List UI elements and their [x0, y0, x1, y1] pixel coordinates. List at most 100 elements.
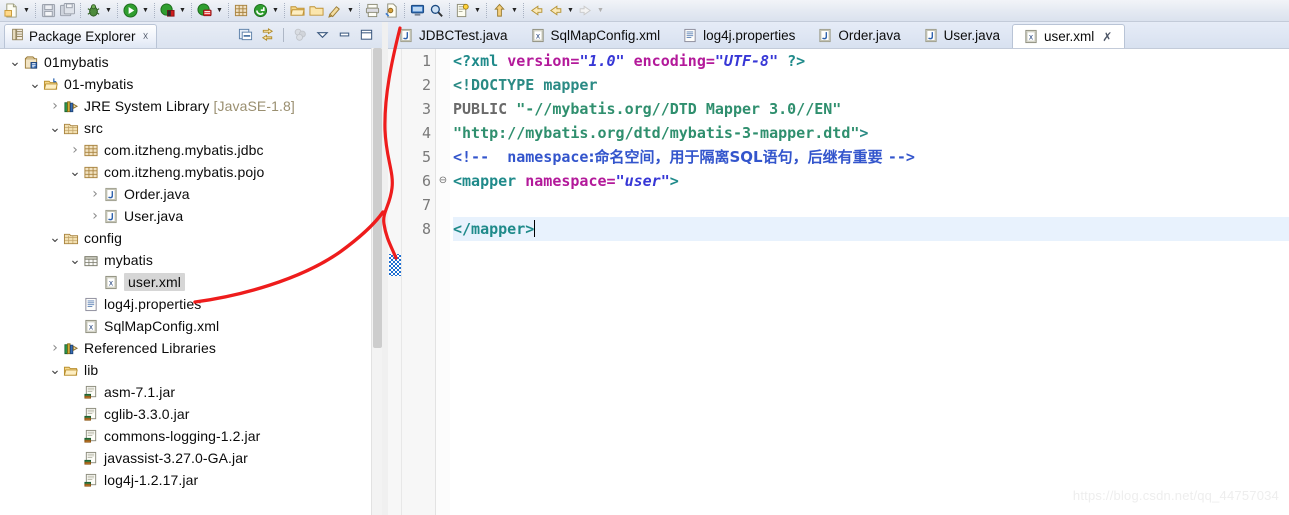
chevron-down-icon[interactable]: ▼ [140, 3, 151, 19]
tree-item-src[interactable]: ⌄ src [0, 117, 382, 139]
editor-tab-jdbctest-java[interactable]: JDBCTest.java [388, 23, 520, 48]
chevron-down-icon[interactable]: ⌄ [8, 55, 22, 69]
chevron-right-icon[interactable]: › [48, 340, 62, 356]
toolbar-group-nav: ▼ ▼ [232, 1, 363, 21]
chevron-down-icon[interactable]: ▼ [214, 3, 225, 19]
comment-word-namespace: namespace [507, 148, 589, 166]
chevron-down-icon[interactable]: ▼ [565, 3, 576, 19]
chevron-down-icon[interactable]: ▼ [103, 3, 114, 19]
new-java-package-icon[interactable] [233, 2, 250, 19]
previous-annotation-icon[interactable] [491, 2, 508, 19]
save-icon[interactable] [40, 2, 57, 19]
tree-item-commons-logging-1-2-jar[interactable]: commons-logging-1.2.jar [0, 425, 382, 447]
editor-tab-user-xml[interactable]: x user.xml ✗ [1011, 24, 1126, 48]
package-explorer-tree[interactable]: ⌄ 01mybatis ⌄ 01-mybatis › JRE System Library… [0, 48, 382, 515]
editor-tab-log4j-properties[interactable]: log4j.properties [672, 23, 807, 48]
chevron-down-icon[interactable]: ▼ [21, 3, 32, 19]
tree-item-user-java[interactable]: › User.java [0, 205, 382, 227]
focus-on-active-task-icon[interactable] [290, 25, 310, 44]
run-icon[interactable] [122, 2, 139, 19]
editor-tab-user-java[interactable]: User.java [913, 23, 1012, 48]
back-navigation-icon[interactable] [528, 2, 545, 19]
jar-file-icon [82, 472, 100, 488]
tree-item-jre-system-library-[interactable]: › JRE System Library [JavaSE-1.8] [0, 95, 382, 117]
chevron-down-icon[interactable]: ⌄ [48, 121, 62, 135]
tree-item-mybatis[interactable]: ⌄ mybatis [0, 249, 382, 271]
chevron-right-icon[interactable]: › [68, 142, 82, 158]
xml-editor[interactable]: 12345678 ⊖ <?xml version="1.0" encoding=… [388, 48, 1289, 515]
tree-item-lib[interactable]: ⌄ lib [0, 359, 382, 381]
tree-item-log4j-1-2-17-jar[interactable]: log4j-1.2.17.jar [0, 469, 382, 491]
chevron-down-icon[interactable]: ⌄ [68, 165, 82, 179]
git-repository-icon[interactable] [252, 2, 269, 19]
system-identifier: "http://mybatis.org/dtd/mybatis-3-mapper… [453, 124, 860, 142]
chevron-down-icon[interactable]: ▼ [177, 3, 188, 19]
editor-tab-order-java[interactable]: Order.java [807, 23, 912, 48]
tree-item-javassist-3-27-0-ga-jar[interactable]: javassist-3.27.0-GA.jar [0, 447, 382, 469]
close-icon[interactable]: ✗ [1102, 30, 1112, 44]
chevron-right-icon[interactable]: › [88, 186, 102, 202]
jar-file-icon [82, 450, 100, 466]
toolbar-separator [404, 3, 405, 18]
coverage-icon[interactable] [196, 2, 213, 19]
chevron-down-icon[interactable]: ▼ [509, 3, 520, 19]
new-class-icon[interactable] [383, 2, 400, 19]
view-menu-icon[interactable] [312, 25, 332, 44]
java-file-icon [923, 28, 939, 43]
scrollbar-thumb[interactable] [373, 48, 382, 348]
tree-item-config[interactable]: ⌄ config [0, 227, 382, 249]
tree-item-sqlmapconfig-xml[interactable]: x SqlMapConfig.xml [0, 315, 382, 337]
chevron-right-icon[interactable]: › [88, 208, 102, 224]
server-icon[interactable] [409, 2, 426, 19]
chevron-down-icon[interactable]: ▼ [472, 3, 483, 19]
package-explorer-tab[interactable]: Package Explorer ☓ [4, 24, 158, 48]
tree-item-cglib-3-3-0-jar[interactable]: cglib-3.3.0.jar [0, 403, 382, 425]
profile-icon[interactable] [454, 2, 471, 19]
tree-item-user-xml[interactable]: x user.xml [0, 271, 382, 293]
editor-marker-bar[interactable] [388, 49, 402, 515]
toolbar-separator [191, 3, 192, 18]
tree-item-01-mybatis[interactable]: ⌄ 01-mybatis [0, 73, 382, 95]
java-file-icon [102, 186, 120, 202]
open-resource-icon[interactable] [308, 2, 325, 19]
tree-item-referenced-libraries[interactable]: › Referenced Libraries [0, 337, 382, 359]
tree-item-order-java[interactable]: › Order.java [0, 183, 382, 205]
tree-item-asm-7-1-jar[interactable]: asm-7.1.jar [0, 381, 382, 403]
tree-item-log4j-properties[interactable]: log4j.properties [0, 293, 382, 315]
link-with-editor-icon[interactable] [257, 25, 277, 44]
tree-item-com-itzheng-mybatis-jdbc[interactable]: › com.itzheng.mybatis.jdbc [0, 139, 382, 161]
run-external-tools-icon[interactable] [159, 2, 176, 19]
chevron-down-icon[interactable]: ▼ [270, 3, 281, 19]
chevron-down-icon[interactable]: ⌄ [48, 363, 62, 377]
print-icon[interactable] [364, 2, 381, 19]
explorer-vertical-scrollbar[interactable] [371, 48, 382, 515]
close-icon[interactable]: ☓ [143, 30, 149, 43]
editor-tab-sqlmapconfig-xml[interactable]: x SqlMapConfig.xml [520, 23, 673, 48]
tree-item-com-itzheng-mybatis-pojo[interactable]: ⌄ com.itzheng.mybatis.pojo [0, 161, 382, 183]
new-file-icon[interactable] [3, 2, 20, 19]
package-explorer-icon [11, 28, 24, 46]
package-icon [82, 164, 100, 180]
editor-tab-label: SqlMapConfig.xml [550, 28, 661, 43]
quick-access-icon[interactable] [327, 2, 344, 19]
fold-collapse-icon[interactable]: ⊖ [436, 169, 450, 193]
maximize-icon[interactable] [356, 25, 376, 44]
chevron-down-icon[interactable]: ⌄ [48, 231, 62, 245]
folding-column[interactable]: ⊖ [436, 49, 450, 515]
save-all-icon[interactable] [59, 2, 76, 19]
chevron-down-icon[interactable]: ⌄ [28, 77, 42, 91]
chevron-down-icon[interactable]: ▼ [345, 3, 356, 19]
open-folder-icon[interactable] [289, 2, 306, 19]
minimize-icon[interactable] [334, 25, 354, 44]
collapse-all-icon[interactable] [235, 25, 255, 44]
code-content[interactable]: <?xml version="1.0" encoding="UTF-8" ?> … [450, 49, 1289, 515]
chevron-down-icon[interactable]: ⌄ [68, 253, 82, 267]
search-icon[interactable] [428, 2, 445, 19]
forward-navigation-icon[interactable] [547, 2, 564, 19]
debug-icon[interactable] [85, 2, 102, 19]
tree-item-label: Order.java [124, 186, 190, 202]
chevron-right-icon[interactable]: › [48, 98, 62, 114]
tree-item-01mybatis[interactable]: ⌄ 01mybatis [0, 51, 382, 73]
